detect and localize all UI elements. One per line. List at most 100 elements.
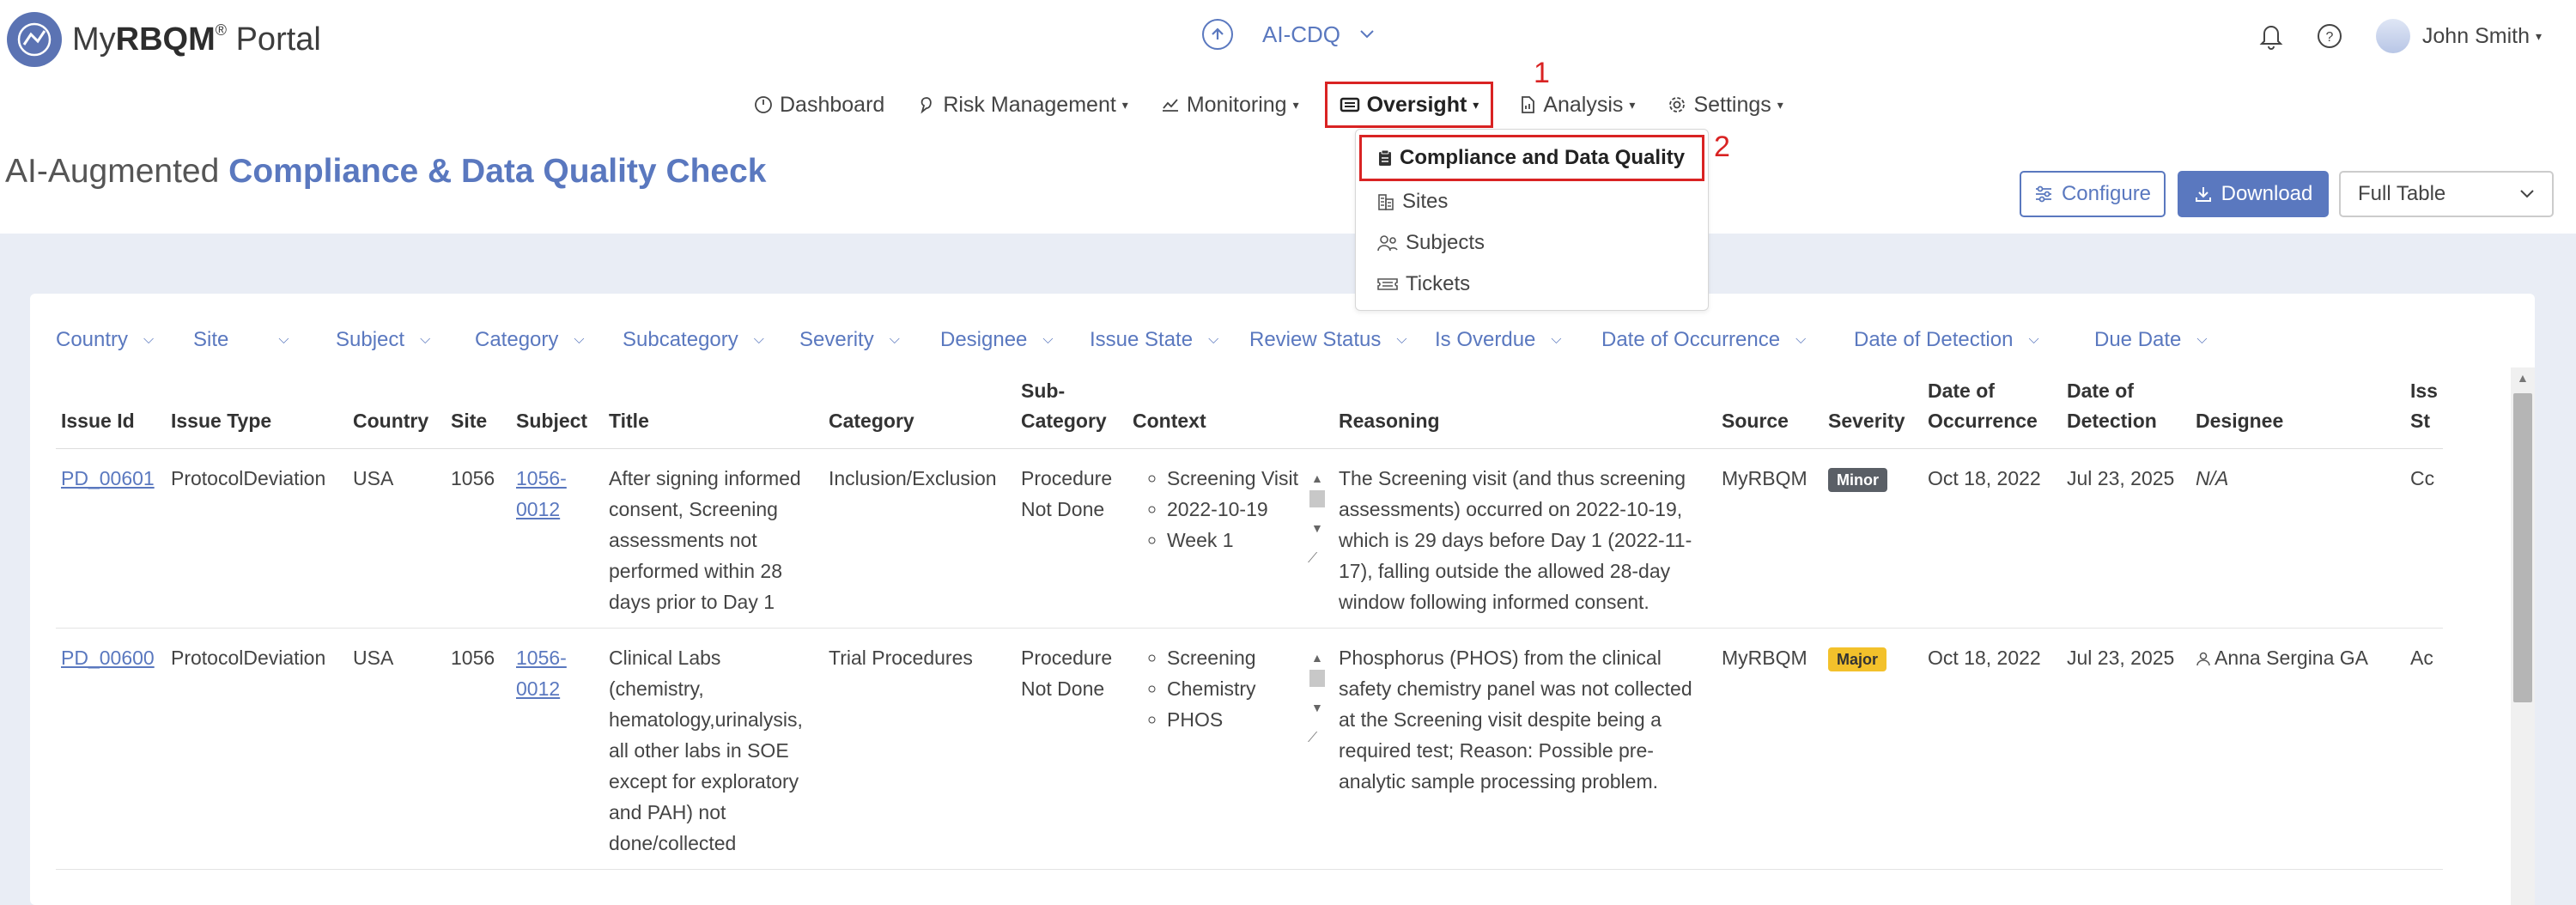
nav-monitoring[interactable]: Monitoring ▾ <box>1154 85 1306 125</box>
help-icon[interactable]: ? <box>2316 22 2343 50</box>
context-list: Screening Visit 2022-10-19 Week 1 <box>1133 463 1298 566</box>
subject-link[interactable]: 1056- 0012 <box>516 647 567 700</box>
menu-item-tickets[interactable]: Tickets <box>1356 264 1708 305</box>
logo-icon <box>7 12 62 67</box>
cell-issue-id[interactable]: PD_00600 <box>56 628 166 870</box>
col-det-line2: Detection <box>2067 409 2157 432</box>
user-menu-caret[interactable]: ▾ <box>2536 29 2542 44</box>
chevron-down-icon: ⌵ <box>889 332 900 347</box>
table-row[interactable]: PD_00601 ProtocolDeviation USA 1056 1056… <box>56 448 2443 629</box>
filter-review-status[interactable]: Review Status ⌵ <box>1249 328 1407 352</box>
sliders-icon <box>2034 185 2053 203</box>
chevron-down-icon <box>2519 189 2535 199</box>
col-issue-id[interactable]: Issue Id <box>56 373 166 449</box>
avatar[interactable] <box>2375 19 2410 53</box>
page-title-main: Compliance & Data Quality Check <box>228 153 767 190</box>
scroll-thumb[interactable] <box>2513 393 2532 702</box>
nav-risk-management[interactable]: Risk Management ▾ <box>910 85 1135 125</box>
filter-severity[interactable]: Severity ⌵ <box>799 328 900 352</box>
issues-table: Issue Id Issue Type Country Site Subject… <box>56 373 2443 903</box>
tickets-icon <box>1376 276 1399 293</box>
cell-category: Trial Procedures <box>823 628 1016 870</box>
scroll-up-icon[interactable]: ▲ <box>2517 371 2529 385</box>
col-reasoning[interactable]: Reasoning <box>1334 373 1716 449</box>
subject-link[interactable]: 1056- 0012 <box>516 467 567 520</box>
issue-id-link[interactable]: PD_00601 <box>61 467 155 489</box>
filter-due-date[interactable]: Due Date ⌵ <box>2094 328 2208 352</box>
chevron-down-icon: ⌵ <box>1551 332 1562 347</box>
menu-item-sites[interactable]: Sites <box>1356 181 1708 222</box>
cell-subject[interactable]: 1056- 0012 <box>511 448 604 629</box>
filter-date-occurrence[interactable]: Date of Occurrence ⌵ <box>1601 328 1806 352</box>
bell-icon[interactable] <box>2259 22 2283 50</box>
col-designee[interactable]: Designee <box>2190 373 2405 449</box>
cell-date-occurrence: Oct 18, 2022 <box>1923 448 2062 629</box>
col-subcategory[interactable]: Sub- Category <box>1016 373 1127 449</box>
col-issue-type[interactable]: Issue Type <box>166 373 348 449</box>
resize-grip-icon[interactable]: ⟋ <box>1308 723 1317 754</box>
filter-subcategory[interactable]: Subcategory ⌵ <box>623 328 764 352</box>
configure-button[interactable]: Configure <box>2020 171 2166 217</box>
resize-grip-icon[interactable]: ⟋ <box>1308 544 1317 574</box>
context-scrollbar[interactable]: ▲ ▼ ⟋ <box>1306 642 1328 745</box>
sites-icon <box>1376 192 1395 211</box>
oversight-icon <box>1340 96 1360 113</box>
study-name: AI-CDQ <box>1262 21 1340 47</box>
view-select-value: Full Table <box>2358 182 2446 205</box>
cell-title: After signing informed consent, Screenin… <box>604 448 823 629</box>
filter-is-overdue[interactable]: Is Overdue ⌵ <box>1435 328 1562 352</box>
app-logo[interactable]: MyRBQM® Portal <box>7 12 321 67</box>
col-subject[interactable]: Subject <box>511 373 604 449</box>
nav-dashboard[interactable]: Dashboard <box>747 85 891 125</box>
filter-issue-state[interactable]: Issue State ⌵ <box>1090 328 1218 352</box>
col-date-detection[interactable]: Date of Detection <box>2062 373 2190 449</box>
col-context[interactable]: Context <box>1127 373 1334 449</box>
col-subcategory-line2: Category <box>1021 409 1107 432</box>
table-row[interactable] <box>56 869 2443 903</box>
menu-item-compliance-data-quality[interactable]: Compliance and Data Quality <box>1359 135 1704 181</box>
chevron-down-icon: ▾ <box>1629 97 1636 112</box>
subjects-icon <box>1376 234 1399 252</box>
issue-id-link[interactable]: PD_00600 <box>61 647 155 669</box>
filter-date-detection[interactable]: Date of Detection ⌵ <box>1854 328 2039 352</box>
col-source[interactable]: Source <box>1716 373 1823 449</box>
scroll-down-icon[interactable]: ▼ <box>1311 513 1323 544</box>
download-button[interactable]: Download <box>2178 171 2329 217</box>
table-row[interactable]: PD_00600 ProtocolDeviation USA 1056 1056… <box>56 628 2443 870</box>
scroll-thumb[interactable] <box>1309 489 1325 507</box>
nav-analysis[interactable]: Analysis ▾ <box>1512 85 1642 125</box>
view-select[interactable]: Full Table <box>2339 171 2554 217</box>
filter-subject[interactable]: Subject ⌵ <box>336 328 430 352</box>
filter-label: Review Status <box>1249 328 1382 351</box>
context-scrollbar[interactable]: ▲ ▼ ⟋ <box>1306 463 1328 566</box>
nav-settings[interactable]: Settings ▾ <box>1661 85 1789 125</box>
filter-category[interactable]: Category ⌵ <box>475 328 585 352</box>
menu-item-subjects[interactable]: Subjects <box>1356 222 1708 264</box>
study-selector[interactable]: AI-CDQ <box>1202 19 1375 50</box>
col-severity[interactable]: Severity <box>1823 373 1923 449</box>
scroll-up-icon[interactable]: ▲ <box>1311 463 1323 494</box>
filter-designee[interactable]: Designee ⌵ <box>940 328 1054 352</box>
cell-subject[interactable]: 1056- 0012 <box>511 628 604 870</box>
scroll-thumb[interactable] <box>1309 669 1325 687</box>
user-icon <box>2196 651 2211 666</box>
filter-site[interactable]: Site ⌵ <box>193 328 289 352</box>
col-date-occurrence[interactable]: Date of Occurrence <box>1923 373 2062 449</box>
top-header: MyRBQM® Portal AI-CDQ ? John Smith ▾ <box>0 0 2576 79</box>
col-category[interactable]: Category <box>823 373 1016 449</box>
download-label: Download <box>2221 182 2313 205</box>
filter-country[interactable]: Country ⌵ <box>56 328 154 352</box>
table-scrollbar[interactable]: ▲ <box>2511 367 2535 905</box>
col-issue-state[interactable]: Iss St <box>2405 373 2443 449</box>
col-country[interactable]: Country <box>348 373 446 449</box>
col-site[interactable]: Site <box>446 373 511 449</box>
annotation-marker-2: 2 <box>1714 131 1730 163</box>
user-name[interactable]: John Smith <box>2422 24 2530 49</box>
chevron-down-icon: ⌵ <box>1795 332 1807 347</box>
cell-issue-id[interactable]: PD_00601 <box>56 448 166 629</box>
col-title[interactable]: Title <box>604 373 823 449</box>
scroll-down-icon[interactable]: ▼ <box>1311 692 1323 723</box>
scroll-up-icon[interactable]: ▲ <box>1311 642 1323 673</box>
filter-label: Severity <box>799 328 874 351</box>
nav-oversight[interactable]: Oversight ▾ <box>1324 82 1494 128</box>
